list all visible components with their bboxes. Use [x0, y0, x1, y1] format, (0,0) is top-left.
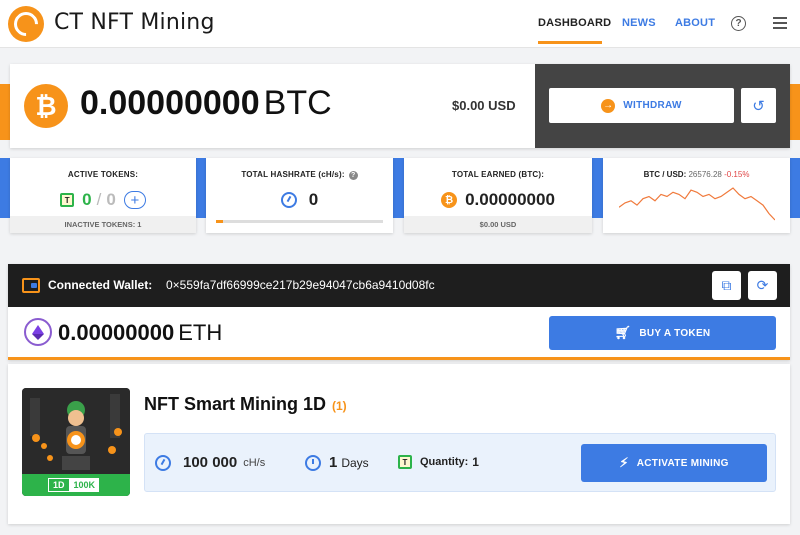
active-tokens-card: ACTIVE TOKENS: T 0 / 0 + INACTIVE TOKENS… [10, 158, 196, 233]
token-icon: T [398, 455, 412, 469]
nav-active-indicator [538, 41, 602, 44]
nav-dashboard[interactable]: DASHBOARD [538, 17, 611, 29]
nft-hashrate-value: 100 000 [183, 454, 238, 471]
btc-price-card: BTC / USD: 26576.28 -0.15% [603, 158, 790, 233]
eth-balance-amount: 0.00000000 [58, 320, 175, 345]
nft-days-value: 1 [329, 454, 338, 471]
withdraw-button[interactable]: → WITHDRAW [549, 88, 734, 123]
history-button[interactable]: ↺ [741, 88, 776, 123]
nft-quantity-value: 1 [472, 455, 479, 469]
nft-tag-days: 1D [48, 478, 70, 492]
speedometer-icon [155, 454, 171, 471]
nft-hashrate: 100 000 cH/s [155, 454, 265, 471]
nft-quantity-label: Quantity: [420, 456, 469, 468]
price-sparkline [619, 187, 775, 221]
clock-icon [305, 454, 321, 471]
hashrate-title-row: TOTAL HASHRATE (cH/s):? [206, 170, 393, 180]
help-icon[interactable]: ? [731, 16, 746, 31]
activate-mining-button[interactable]: ⚡︎ ACTIVATE MINING [581, 444, 767, 482]
bitcoin-icon: ₿ [24, 84, 68, 128]
hashrate-progress [216, 220, 383, 223]
nft-details-panel: 100 000 cH/s 1 Days T Quantity: 1 ⚡︎ ACT… [144, 433, 776, 492]
hamburger-menu-icon[interactable] [773, 17, 787, 29]
btc-price-label: BTC / USD: [643, 170, 687, 179]
usd-balance: $0.00 USD [452, 98, 516, 113]
wallet-label: Connected Wallet: [48, 278, 153, 292]
active-tokens-title: ACTIVE TOKENS: [67, 170, 139, 179]
hashrate-row: 0 [206, 190, 393, 210]
wallet-section: Connected Wallet: 0×559fa7df66999ce217b2… [8, 264, 790, 360]
hashrate-card: TOTAL HASHRATE (cH/s):? 0 [206, 158, 393, 233]
btc-balance-amount: 0.00000000 [80, 84, 260, 122]
balance-card: ₿ 0.00000000 BTC $0.00 USD → WITHDRAW ↺ [10, 64, 790, 148]
earned-value: 0.00000000 [465, 190, 555, 209]
inactive-tokens-footer: INACTIVE TOKENS: 1 [10, 216, 196, 233]
active-tokens-count: 0 [82, 190, 92, 209]
buy-token-button[interactable]: 🛒︎ BUY A TOKEN [549, 316, 776, 350]
history-icon: ↺ [752, 97, 765, 115]
ethereum-icon [24, 318, 52, 346]
btc-price-value: 26576.28 [688, 170, 722, 179]
nft-days-unit: Days [341, 455, 369, 470]
wallet-address[interactable]: 0×559fa7df66999ce217b29e94047cb6a9410d08… [166, 278, 435, 292]
nav-news[interactable]: NEWS [622, 17, 656, 29]
wallet-bar: Connected Wallet: 0×559fa7df66999ce217b2… [8, 264, 790, 307]
nft-count: (1) [332, 399, 347, 413]
nft-tag: 1D 100K [48, 478, 100, 492]
hashrate-value: 0 [308, 190, 319, 209]
bitcoin-icon: ₿ [441, 192, 458, 208]
earned-title: TOTAL EARNED (BTC): [451, 170, 545, 179]
total-tokens-count: 0 [106, 190, 116, 209]
copy-address-button[interactable]: ⧉ [712, 271, 741, 300]
speedometer-icon [280, 192, 297, 208]
app-title[interactable]: CT NFT Mining [54, 10, 215, 35]
nft-title-text: NFT Smart Mining 1D [144, 394, 327, 414]
refresh-icon: ⟳ [756, 277, 769, 293]
btc-price-line [619, 187, 775, 221]
wallet-underline [8, 357, 790, 360]
active-tokens-row: T 0 / 0 + [10, 190, 196, 210]
buy-token-label: BUY A TOKEN [639, 327, 711, 339]
top-header: CT NFT Mining DASHBOARD NEWS ABOUT ? [0, 0, 800, 48]
info-icon[interactable]: ? [348, 171, 358, 180]
nav-about[interactable]: ABOUT [675, 17, 715, 29]
refresh-wallet-button[interactable]: ⟳ [748, 271, 777, 300]
earned-card: TOTAL EARNED (BTC): ₿ 0.00000000 $0.00 U… [404, 158, 592, 233]
hashrate-title: TOTAL HASHRATE (cH/s): [241, 170, 345, 179]
nft-quantity: T Quantity: 1 [398, 455, 479, 469]
wallet-icon [22, 278, 40, 293]
nft-duration: 1 Days [305, 454, 369, 471]
tokens-separator: / [96, 190, 102, 209]
withdraw-panel: → WITHDRAW ↺ [535, 64, 790, 148]
withdraw-arrow-icon: → [601, 98, 616, 113]
btc-price-change: -0.15% [724, 170, 750, 179]
nft-tag-hashrate: 100K [69, 478, 100, 492]
token-icon: T [60, 193, 75, 207]
btc-price-header: BTC / USD: 26576.28 -0.15% [603, 170, 790, 179]
nft-title: NFT Smart Mining 1D (1) [144, 394, 347, 415]
lightning-icon: ⚡︎ [619, 455, 629, 470]
copy-icon: ⧉ [721, 277, 732, 293]
nft-image[interactable]: 1D 100K [22, 388, 130, 496]
btc-balance: 0.00000000 BTC [80, 84, 332, 123]
eth-balance: 0.00000000 ETH [58, 320, 222, 346]
withdraw-label: WITHDRAW [623, 100, 682, 111]
hashrate-progress-fill [216, 220, 223, 223]
cart-icon: 🛒︎ [614, 325, 632, 340]
eth-balance-unit: ETH [178, 320, 223, 345]
add-token-button[interactable]: + [123, 191, 146, 209]
earned-row: ₿ 0.00000000 [404, 190, 592, 210]
nft-hashrate-unit: cH/s [243, 456, 266, 469]
btc-balance-unit: BTC [263, 84, 332, 122]
earned-usd-footer: $0.00 USD [404, 216, 592, 233]
app-logo-icon[interactable] [8, 6, 44, 42]
activate-mining-label: ACTIVATE MINING [636, 457, 729, 469]
nft-card: 1D 100K NFT Smart Mining 1D (1) 100 000 c… [8, 364, 790, 524]
